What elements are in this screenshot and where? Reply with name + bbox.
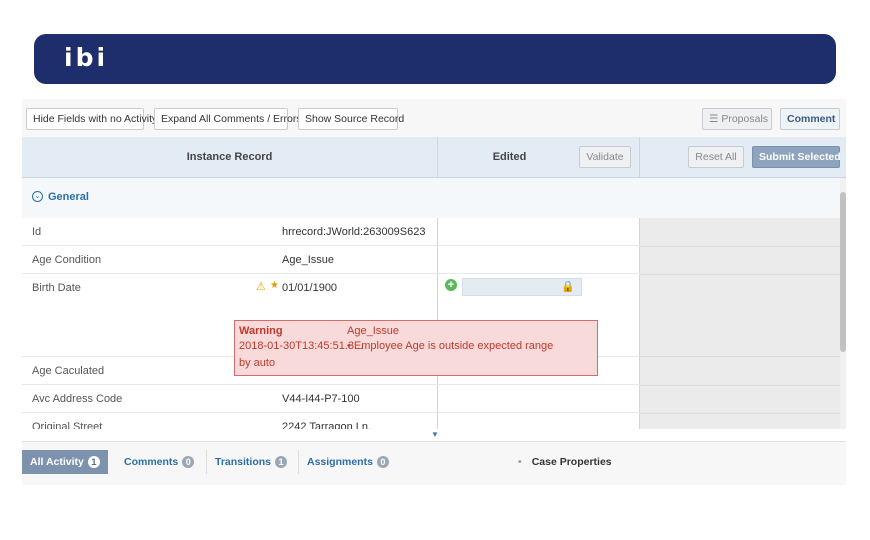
list-icon: ☰ [709,113,719,125]
header-divider [639,137,640,177]
warning-message: • Employee Age is outside expected range [347,340,554,352]
tab-label: Assignments [307,456,373,468]
field-label: Avc Address Code [32,393,123,405]
grid-line [639,356,840,357]
instance-record-header: Instance Record [186,151,273,163]
field-value: 01/01/1900 [282,282,338,294]
grid-line [639,274,840,275]
tab-label: All Activity [30,456,84,468]
grid-line [639,385,840,386]
lock-icon: 🔒 [561,281,575,293]
comment-bubble-icon[interactable]: ★ [270,280,279,291]
validate-button[interactable]: Validate [579,146,631,168]
tab-assignments[interactable]: Assignments 0 [298,450,394,474]
brand-banner: ibi [34,34,836,84]
add-icon[interactable]: + [445,279,457,291]
bullet-icon: • [518,456,522,468]
warning-popup[interactable]: Warning 2018-01-30T13:45:51.3... by auto… [234,320,598,376]
birth-date-edit-input[interactable]: 🔒 [462,278,582,296]
submit-selected-button[interactable]: Submit Selected [752,146,841,168]
warning-issue: Age_Issue [347,325,399,337]
field-value: 2242 Tarragon Ln. [282,421,372,429]
section-title: General [48,191,89,203]
ibi-logo: ibi [64,43,109,72]
hide-fields-button[interactable]: Hide Fields with no Activity [26,108,157,130]
warning-timestamp: 2018-01-30T13:45:51.3... [239,340,364,352]
reset-all-button[interactable]: Reset All [688,146,744,168]
section-general[interactable]: ⌄ General [22,178,840,218]
field-label: Age Caculated [32,365,105,377]
scroll-down-arrow-icon[interactable]: ▼ [431,430,439,439]
table-row: Avc Address Code V44-I44-P7-100 [22,385,840,413]
field-value: hrrecord:JWorld:263009S623 [282,226,426,238]
field-value: V44-I44-P7-100 [282,393,360,405]
count-badge: 0 [376,456,389,469]
table-header: Instance Record Edited Validate Reset Al… [22,137,846,178]
collapse-circle-icon[interactable]: ⌄ [32,191,43,202]
warning-level: Warning [239,325,283,337]
tab-transitions[interactable]: Transitions 1 [206,450,296,474]
vertical-scrollbar[interactable] [840,178,846,429]
field-value: Age_Issue [282,254,334,266]
tab-all-activity[interactable]: All Activity 1 [22,450,108,474]
count-badge: 0 [182,456,195,469]
record-editor: Hide Fields with no Activity Expand All … [22,99,846,485]
case-properties-label: Case Properties [531,456,612,468]
count-badge: 1 [87,456,100,469]
field-label: Original Street [32,421,103,429]
comment-button[interactable]: Comment [780,108,840,130]
grid-line [639,246,840,247]
case-properties-toggle[interactable]: • Case Properties [518,456,612,468]
warning-author: by auto [239,357,276,369]
scrollbar-thumb[interactable] [840,192,846,352]
proposals-button[interactable]: ☰ Proposals [702,108,772,130]
toolbar: Hide Fields with no Activity Expand All … [22,99,846,138]
count-badge: 1 [275,456,288,469]
tab-label: Transitions [215,456,272,468]
field-label: Birth Date [32,282,81,294]
tab-label: Comments [124,456,179,468]
field-label: Age Condition [32,254,102,266]
proposals-label: Proposals [721,113,769,125]
record-fields: ⌄ General Id hrrecord:JWorld:263009S623 … [22,178,840,429]
warning-icon[interactable]: ⚠ [256,280,266,293]
field-label: Id [32,226,42,238]
table-row: Original Street 2242 Tarragon Ln. [22,413,840,429]
edited-header: Edited [492,151,527,163]
table-row: Id hrrecord:JWorld:263009S623 [22,218,840,246]
expand-all-button[interactable]: Expand All Comments / Errors [154,108,302,130]
activity-panel: All Activity 1 Comments 0 Transitions 1 Ass… [22,441,846,485]
table-row: Age Condition Age_Issue [22,246,840,274]
tab-comments[interactable]: Comments 0 [116,450,202,474]
grid-line [639,413,840,414]
show-source-button[interactable]: Show Source Record [298,108,404,130]
